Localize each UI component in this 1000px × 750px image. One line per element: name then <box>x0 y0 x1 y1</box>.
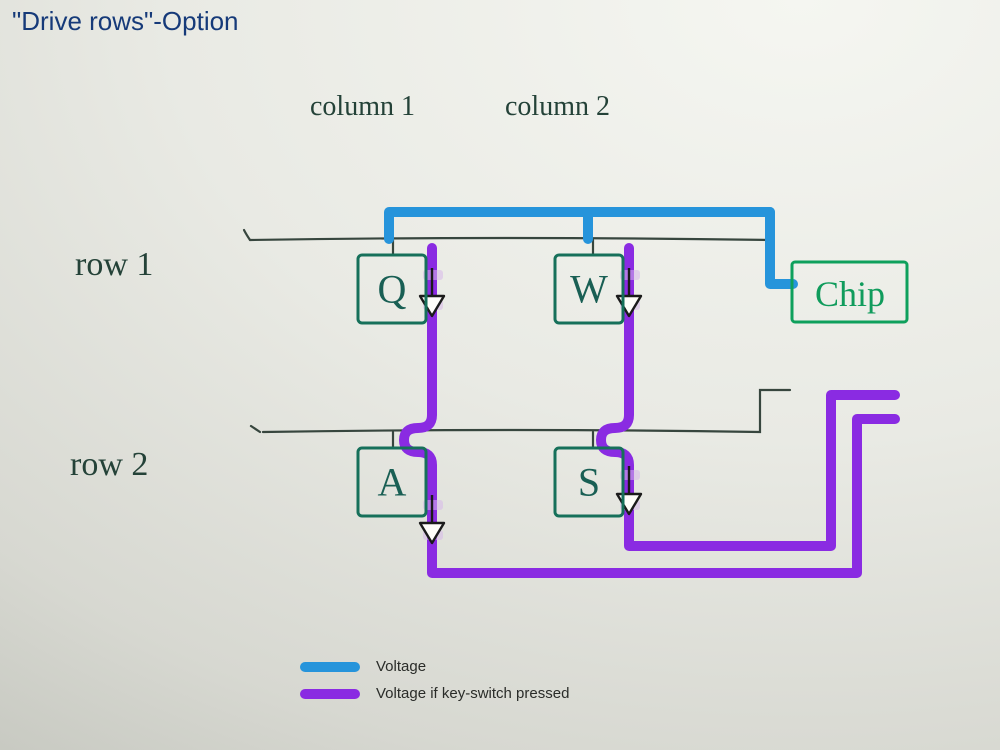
label-column-2: column 2 <box>505 91 610 122</box>
matrix-diagram: column 1 column 2 row 1 row 2 Q <box>0 0 1000 750</box>
legend-label-voltage-pressed: Voltage if key-switch pressed <box>376 685 569 702</box>
key-Q: Q <box>358 255 426 323</box>
label-row-1: row 1 <box>75 246 153 283</box>
legend-swatch-voltage <box>300 662 360 672</box>
legend-label-voltage: Voltage <box>376 658 426 675</box>
svg-text:A: A <box>378 460 407 505</box>
svg-text:Chip: Chip <box>815 274 885 314</box>
chip: Chip <box>792 262 907 322</box>
key-A: A <box>358 448 426 516</box>
key-S: S <box>555 448 623 516</box>
svg-text:Q: Q <box>378 267 407 312</box>
legend-row-voltage-pressed: Voltage if key-switch pressed <box>300 685 569 702</box>
label-column-1: column 1 <box>310 91 415 122</box>
legend-row-voltage: Voltage <box>300 658 569 675</box>
legend-swatch-voltage-pressed <box>300 689 360 699</box>
svg-text:W: W <box>570 267 608 312</box>
label-row-2: row 2 <box>70 446 148 483</box>
key-W: W <box>555 255 623 323</box>
legend: Voltage Voltage if key-switch pressed <box>300 658 569 712</box>
svg-text:S: S <box>578 460 600 505</box>
